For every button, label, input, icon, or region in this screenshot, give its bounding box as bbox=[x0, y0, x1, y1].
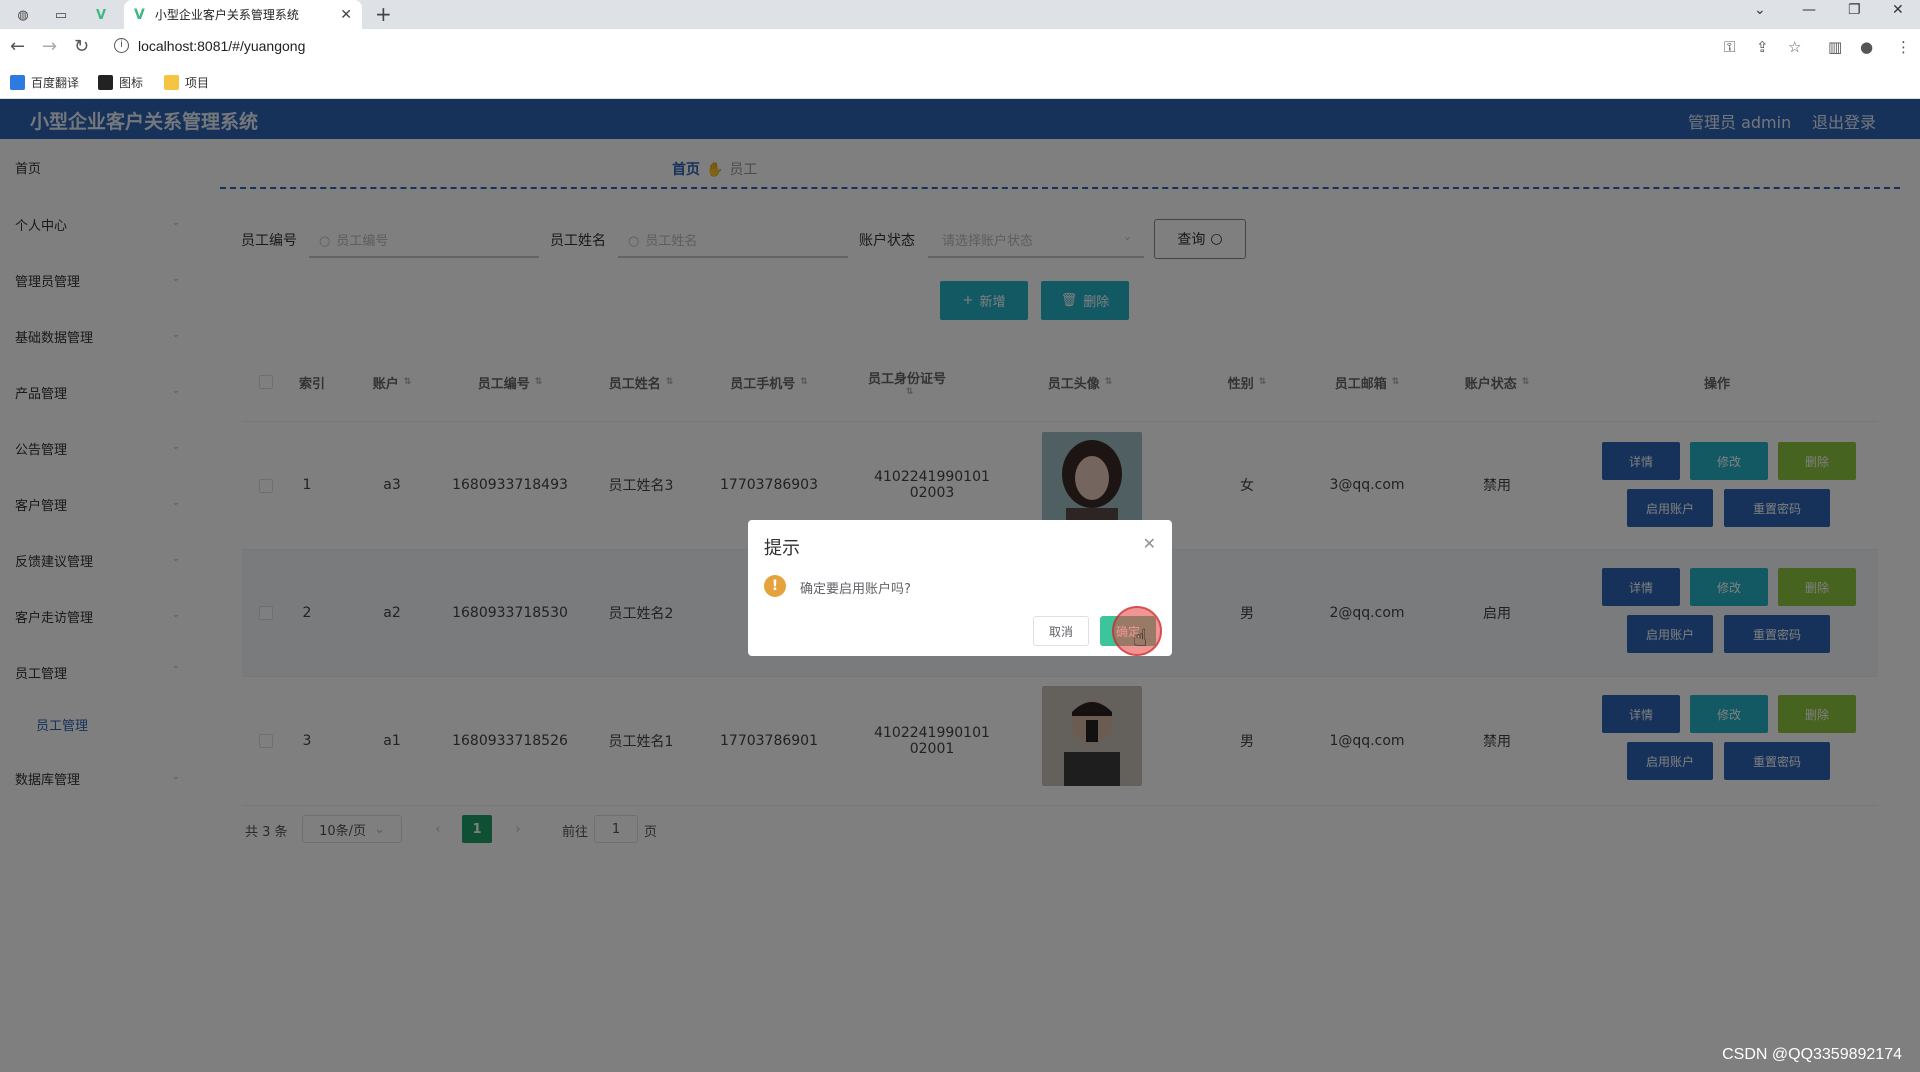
translate-icon bbox=[10, 75, 25, 90]
blank-tab-icon[interactable]: ▭ bbox=[44, 4, 78, 26]
hand-cursor-icon: ☝ bbox=[1133, 624, 1148, 652]
tab-title: 小型企业客户关系管理系统 bbox=[154, 8, 299, 22]
address-bar: ← → ↻ i localhost:8081/#/yuangong ⚿ ⇪ ☆ … bbox=[0, 29, 1920, 66]
browser-tabbar: ◍ ▭ V V 小型企业客户关系管理系统 ✕ + ⌄ — ❐ ✕ bbox=[0, 0, 1920, 29]
back-button[interactable]: ← bbox=[10, 36, 25, 57]
bookmark-icons[interactable]: 图标 bbox=[98, 74, 143, 91]
new-tab-button[interactable]: + bbox=[375, 2, 392, 26]
dialog-title: 提示 bbox=[764, 538, 800, 559]
share-icon[interactable]: ⇪ bbox=[1756, 38, 1769, 56]
bookmark-baidu-translate[interactable]: 百度翻译 bbox=[10, 74, 79, 91]
tab-close-icon[interactable]: ✕ bbox=[340, 7, 352, 23]
close-window-button[interactable]: ✕ bbox=[1892, 2, 1904, 18]
globe-tab-icon[interactable]: ◍ bbox=[6, 4, 40, 26]
dialog-message: 确定要启用账户吗? bbox=[800, 582, 911, 597]
restore-button[interactable]: ❐ bbox=[1848, 2, 1861, 18]
menu-icon[interactable]: ⋮ bbox=[1896, 38, 1911, 56]
side-panel-icon[interactable]: ▥ bbox=[1828, 38, 1842, 56]
url-field[interactable]: localhost:8081/#/yuangong bbox=[138, 38, 305, 54]
star-icon[interactable]: ☆ bbox=[1788, 38, 1801, 56]
profile-icon[interactable]: ● bbox=[1860, 38, 1873, 56]
close-icon[interactable]: ✕ bbox=[1143, 534, 1156, 553]
tab-list-icon[interactable]: ⌄ bbox=[1754, 2, 1766, 18]
site-info-icon[interactable]: i bbox=[114, 38, 129, 53]
warning-icon: ! bbox=[764, 575, 786, 597]
active-tab[interactable]: V 小型企业客户关系管理系统 ✕ bbox=[124, 0, 362, 29]
image-icon bbox=[98, 75, 113, 90]
vue-tab-icon[interactable]: V bbox=[84, 4, 118, 26]
minimize-button[interactable]: — bbox=[1802, 2, 1816, 18]
watermark: CSDN @QQ3359892174 bbox=[1722, 1046, 1902, 1063]
forward-button[interactable]: → bbox=[42, 36, 57, 57]
bookmark-project[interactable]: 项目 bbox=[164, 74, 209, 91]
cancel-button[interactable]: 取消 bbox=[1033, 616, 1089, 646]
reload-button[interactable]: ↻ bbox=[74, 36, 89, 57]
confirm-dialog: 提示 ✕ ! 确定要启用账户吗? 取消 确定 bbox=[748, 520, 1172, 656]
key-icon[interactable]: ⚿ bbox=[1724, 38, 1735, 56]
vue-logo-icon: V bbox=[134, 6, 145, 23]
bookmarks-bar: 百度翻译 图标 项目 bbox=[0, 66, 1920, 99]
folder-icon bbox=[164, 75, 179, 90]
